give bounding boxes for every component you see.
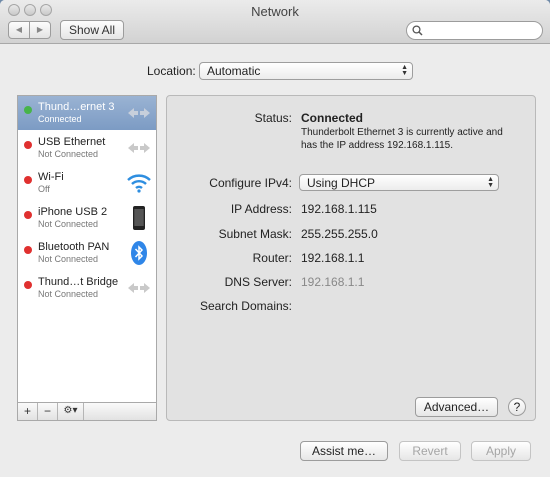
- service-name: Thund…ernet 3: [38, 101, 115, 113]
- back-arrow-icon: ◀: [15, 25, 23, 34]
- service-list[interactable]: Thund…ernet 3 Connected USB Ethernet Not…: [17, 95, 157, 403]
- advanced-button[interactable]: Advanced…: [415, 397, 498, 417]
- nav-button-group: ◀ ▶: [8, 21, 54, 39]
- network-window: Network ◀ ▶ Show All Location: Automatic…: [0, 0, 550, 477]
- service-item-thunderbolt-bridge[interactable]: Thund…t Bridge Not Connected: [18, 271, 156, 305]
- help-button[interactable]: ?: [508, 398, 526, 416]
- search-domains-label: Search Domains:: [199, 299, 292, 313]
- show-all-button[interactable]: Show All: [60, 20, 124, 40]
- popup-arrows-icon: ▲ ▼: [487, 176, 494, 189]
- forward-arrow-icon: ▶: [36, 25, 44, 34]
- ip-address-label: IP Address:: [230, 202, 292, 216]
- subnet-mask-value: 255.255.255.0: [301, 227, 378, 241]
- back-button[interactable]: ◀: [8, 21, 30, 39]
- bluetooth-icon: [131, 241, 147, 265]
- remove-service-button[interactable]: −: [38, 403, 58, 420]
- service-name: iPhone USB 2: [38, 206, 108, 218]
- dns-server-value: 192.168.1.1: [301, 275, 365, 289]
- ethernet-arrows-icon: [128, 283, 150, 293]
- service-item-wifi[interactable]: Wi-Fi Off: [18, 166, 156, 200]
- dns-server-label: DNS Server:: [224, 275, 292, 289]
- status-dot-disconnected: [24, 176, 32, 184]
- revert-button[interactable]: Revert: [399, 441, 461, 461]
- router-value: 192.168.1.1: [301, 251, 365, 265]
- service-item-iphone-usb-2[interactable]: iPhone USB 2 Not Connected: [18, 201, 156, 235]
- service-name: Bluetooth PAN: [38, 241, 110, 253]
- service-status: Off: [38, 184, 50, 194]
- configure-ipv4-label: Configure IPv4:: [209, 176, 292, 190]
- status-dot-disconnected: [24, 141, 32, 149]
- service-status: Not Connected: [38, 289, 99, 299]
- status-dot-disconnected: [24, 211, 32, 219]
- service-name: Wi-Fi: [38, 171, 64, 183]
- service-list-toolbar: + − ⚙▾: [17, 403, 157, 421]
- configure-ipv4-value: Using DHCP: [307, 176, 376, 190]
- configure-ipv4-popup[interactable]: Using DHCP ▲ ▼: [299, 174, 499, 191]
- ethernet-arrows-icon: [128, 108, 150, 118]
- service-item-usb-ethernet[interactable]: USB Ethernet Not Connected: [18, 131, 156, 165]
- apply-button[interactable]: Apply: [471, 441, 531, 461]
- titlebar: Network ◀ ▶ Show All: [0, 0, 550, 44]
- service-status: Not Connected: [38, 219, 99, 229]
- popup-arrows-icon: ▲ ▼: [401, 64, 408, 77]
- service-status: Not Connected: [38, 254, 99, 264]
- search-icon: [412, 25, 423, 36]
- add-service-button[interactable]: +: [18, 403, 38, 420]
- service-status: Connected: [38, 114, 82, 124]
- service-item-bluetooth-pan[interactable]: Bluetooth PAN Not Connected: [18, 236, 156, 270]
- status-value: Connected: [301, 111, 364, 125]
- assist-me-button[interactable]: Assist me…: [300, 441, 388, 461]
- service-name: USB Ethernet: [38, 136, 106, 148]
- status-dot-disconnected: [24, 246, 32, 254]
- gear-menu-button[interactable]: ⚙▾: [58, 403, 84, 420]
- status-label: Status:: [254, 111, 292, 125]
- router-label: Router:: [252, 251, 292, 265]
- location-label: Location:: [147, 64, 196, 78]
- forward-button[interactable]: ▶: [29, 21, 51, 39]
- window-title: Network: [251, 4, 299, 19]
- status-dot-disconnected: [24, 281, 32, 289]
- location-value: Automatic: [207, 64, 261, 78]
- wifi-icon: [127, 174, 151, 193]
- ip-address-value: 192.168.1.115: [301, 202, 377, 216]
- status-dot-connected: [24, 106, 32, 114]
- service-item-thunderbolt-ethernet-3[interactable]: Thund…ernet 3 Connected: [18, 96, 156, 130]
- service-name: Thund…t Bridge: [38, 276, 119, 288]
- status-description: Thunderbolt Ethernet 3 is currently acti…: [301, 127, 503, 151]
- ethernet-arrows-icon: [128, 143, 150, 153]
- iphone-icon: [133, 206, 145, 230]
- location-popup[interactable]: Automatic ▲ ▼: [199, 62, 413, 80]
- service-status: Not Connected: [38, 149, 99, 159]
- search-input[interactable]: [406, 21, 543, 40]
- subnet-mask-label: Subnet Mask:: [218, 227, 292, 241]
